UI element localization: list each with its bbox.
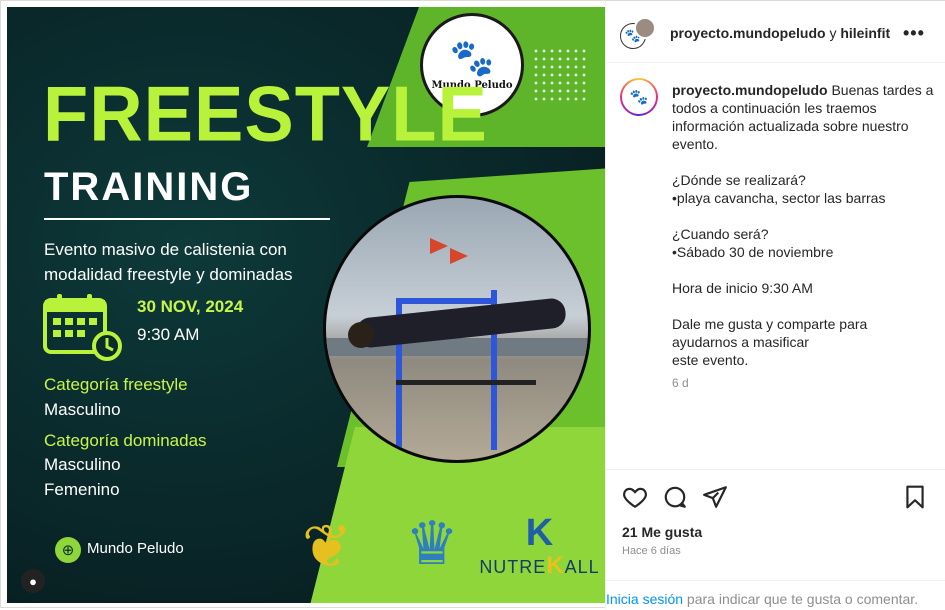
photo-athlete-head [348,322,374,348]
event-time: 9:30 AM [137,325,200,344]
sponsor-laurel-logo: ❦ [301,513,353,580]
photo-bar [396,298,496,304]
dot-pattern [532,47,587,102]
photo-flag [430,238,448,254]
likes-count[interactable]: 21 Me gusta [622,524,702,540]
poster-title: FREESTYLE [43,69,488,158]
caption-username[interactable]: proyecto.mundopeludo [672,82,828,98]
category-freestyle-value: Masculino [44,400,121,419]
sponsor-liberty-logo: ♛ [405,510,459,577]
share-icon[interactable] [702,484,728,510]
poster-subtitle-title: TRAINING [44,165,254,209]
photo-flag [450,248,468,264]
category-freestyle-label: Categoría freestyle [44,375,188,394]
nutrekall-mark: K [525,512,554,554]
post-authors: proyecto.mundopeludo y hileinfit [670,25,892,41]
divider [44,218,330,220]
caption-text: Buenas tardes a todos a continuación les… [672,82,934,368]
more-icon[interactable]: ••• [903,23,925,44]
globe-icon: ⊕ [55,537,81,563]
author-link[interactable]: proyecto.mundopeludo [670,25,826,41]
login-prompt: Inicia sesión para indicar que te gusta … [606,580,945,610]
athlete-photo [323,195,591,463]
nutrekall-text: NUTREKALL [479,552,600,579]
heart-icon[interactable] [622,484,648,510]
caption-age[interactable]: 6 d [672,376,689,390]
post-side-panel: 🐾 proyecto.mundopeludo y hileinfit ••• 🐾… [605,1,945,609]
authors-separator: y [829,25,837,41]
calendar-icon [43,294,122,361]
login-link[interactable]: Inicia sesión [606,591,683,607]
brand-name: Mundo Peludo [87,540,184,557]
post-image[interactable]: 🐾 Mundo Peludo FREESTYLE TRAINING Evento… [7,7,605,603]
category-dominadas-value-1: Masculino [44,455,121,474]
category-dominadas-value-2: Femenino [44,480,120,499]
login-prompt-text: para indicar que te gusta o comentar. [683,591,919,607]
paw-icon: 🐾 [622,80,656,114]
bookmark-icon[interactable] [902,484,928,510]
post-timestamp[interactable]: Hace 6 días [622,545,681,557]
category-dominadas-label: Categoría dominadas [44,431,207,450]
comment-icon[interactable] [662,484,688,510]
post-dialog: 🐾 Mundo Peludo FREESTYLE TRAINING Evento… [0,0,945,609]
post-actions: 21 Me gusta Hace 6 días Inicia sesión pa… [606,469,945,609]
avatar [634,17,656,39]
co-author-avatars[interactable]: 🐾 [620,17,656,53]
post-header: 🐾 proyecto.mundopeludo y hileinfit ••• [606,1,945,63]
co-author-link[interactable]: hileinfit [840,25,890,41]
sponsor-nutrekall-logo: K NUTREKALL [479,507,600,587]
event-date: 30 NOV, 2024 [137,297,244,316]
photo-lower-bar [396,380,536,385]
poster-description: Evento masivo de calistenia con modalida… [44,240,293,284]
post-caption: proyecto.mundopeludo Buenas tardes a tod… [672,81,934,369]
user-tag-icon[interactable]: ● [21,569,45,593]
caption-avatar[interactable]: 🐾 [620,78,658,116]
